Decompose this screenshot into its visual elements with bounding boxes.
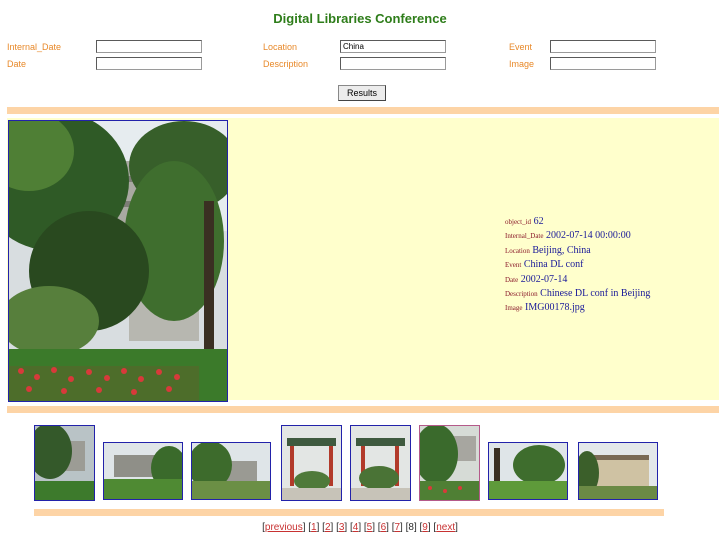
page-link-7[interactable]: 7	[394, 522, 400, 533]
thumbnail-5[interactable]	[350, 425, 411, 501]
image-label: Image	[509, 59, 535, 69]
thumbnail-3[interactable]	[191, 442, 271, 500]
pagination: [previous] [1] [2] [3] [4] [5] [6] [7] […	[262, 522, 458, 533]
internal-date-label: Internal_Date	[7, 42, 62, 52]
location-input[interactable]	[340, 40, 446, 53]
date-label: Date	[7, 59, 27, 69]
current-page: 8	[408, 522, 414, 533]
event-label: Event	[509, 42, 533, 52]
divider-top	[7, 107, 719, 114]
description-input[interactable]	[340, 57, 446, 70]
results-button[interactable]: Results	[338, 85, 386, 101]
thumbnail-8[interactable]	[578, 442, 658, 500]
next-link[interactable]: next	[436, 522, 455, 533]
divider-bottom	[34, 509, 664, 516]
main-photo[interactable]	[8, 120, 228, 402]
location-label: Location	[263, 42, 298, 52]
page-link-9[interactable]: 9	[422, 522, 428, 533]
record-details: object_id 62 Internal_Date 2002-07-14 00…	[505, 215, 650, 316]
date-input[interactable]	[96, 57, 202, 70]
record-object-id: object_id 62	[505, 216, 544, 227]
thumbnail-1[interactable]	[34, 425, 95, 501]
description-label: Description	[263, 59, 309, 69]
previous-link[interactable]: previous	[265, 522, 303, 533]
record-description: Description Chinese DL conf in Beijing	[505, 288, 651, 300]
image-input[interactable]	[550, 57, 656, 70]
record-image: Image IMG00178.jpg	[505, 302, 585, 314]
internal-date-input[interactable]	[96, 40, 202, 53]
record-internal-date: Internal_Date 2002-07-14 00:00:00	[505, 230, 631, 242]
page-link-6[interactable]: 6	[381, 522, 387, 533]
page-link-1[interactable]: 1	[311, 522, 317, 533]
thumbnail-4[interactable]	[281, 425, 342, 501]
thumbnail-6[interactable]	[419, 425, 480, 501]
page-link-4[interactable]: 4	[353, 522, 359, 533]
record-date: Date 2002-07-14	[505, 273, 568, 285]
page-link-5[interactable]: 5	[367, 522, 373, 533]
page-link-2[interactable]: 2	[325, 522, 331, 533]
thumbnail-7[interactable]	[488, 442, 568, 500]
thumbnail-2[interactable]	[103, 442, 183, 500]
record-location: Location Beijing, China	[505, 244, 591, 256]
event-input[interactable]	[550, 40, 656, 53]
record-event: Event China DL conf	[505, 259, 584, 271]
page-title: Digital Libraries Conference	[273, 11, 447, 26]
page-link-3[interactable]: 3	[339, 522, 345, 533]
divider-middle	[7, 406, 719, 413]
